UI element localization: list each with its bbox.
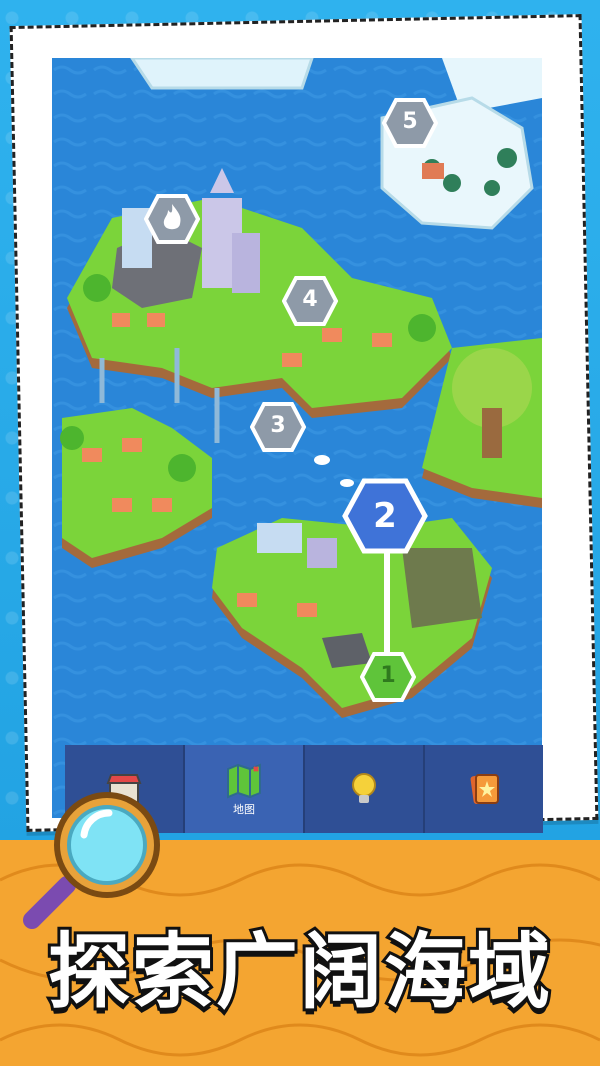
map-icon [227, 763, 261, 799]
world-map[interactable]: 5 4 3 2 1 [52, 58, 542, 818]
tab-map[interactable]: 地图 [185, 745, 305, 833]
level-node-label: 3 [270, 413, 286, 438]
level-node-1[interactable]: 1 [360, 652, 416, 702]
level-node-4[interactable]: 4 [282, 276, 338, 326]
level-node-3[interactable]: 3 [250, 402, 306, 452]
level-node-5[interactable]: 5 [382, 98, 438, 148]
level-node-label: 1 [380, 663, 396, 688]
lightbulb-icon [352, 773, 376, 803]
level-node-label: 5 [402, 109, 418, 134]
tab-cards[interactable] [425, 745, 543, 833]
level-node-label: 4 [302, 287, 318, 312]
level-node-label: 2 [373, 496, 397, 536]
tab-map-label: 地图 [233, 803, 255, 816]
slogan-banner: 探索广阔海域 [45, 922, 553, 1023]
level-node-2[interactable]: 2 [342, 478, 428, 554]
cards-icon [470, 773, 499, 805]
level-node-fire[interactable] [144, 194, 200, 244]
tab-hints[interactable] [305, 745, 425, 833]
